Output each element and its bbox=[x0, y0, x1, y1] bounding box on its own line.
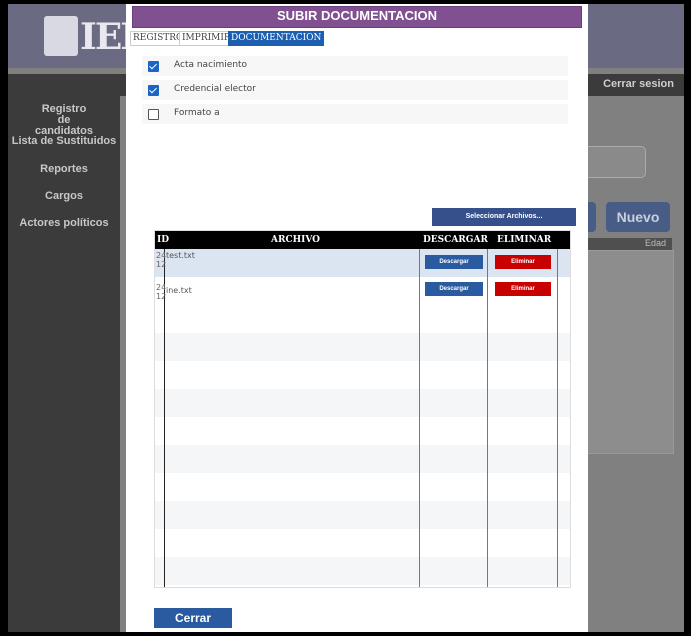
background-table bbox=[576, 250, 674, 454]
sidebar-item-registro-candidatos[interactable]: Registro de candidatos bbox=[8, 104, 120, 137]
document-label: Credencial elector bbox=[174, 84, 256, 94]
upload-modal: SUBIR DOCUMENTACION REGISTRO IMPRIMIR DO… bbox=[126, 4, 588, 632]
iee-logo: IEE bbox=[34, 14, 148, 66]
sidebar: Registro de candidatos Lista de Sustitui… bbox=[8, 96, 120, 632]
tab-documentacion[interactable]: DOCUMENTACION bbox=[228, 31, 325, 46]
column-divider bbox=[557, 249, 558, 587]
cell-id-line: 12 bbox=[156, 292, 167, 301]
column-divider bbox=[419, 249, 420, 587]
table-row bbox=[155, 361, 570, 389]
table-row bbox=[155, 529, 570, 557]
table-row bbox=[155, 305, 570, 333]
document-label: Acta nacimiento bbox=[174, 60, 248, 70]
cell-archivo: ine.txt bbox=[166, 286, 192, 295]
document-row-acta: Acta nacimiento bbox=[142, 56, 568, 76]
modal-title: SUBIR DOCUMENTACION bbox=[132, 6, 582, 28]
cell-id: 24 12 bbox=[156, 251, 166, 269]
cell-archivo: test.txt bbox=[166, 251, 195, 260]
document-row-credencial: Credencial elector bbox=[142, 80, 568, 100]
header-id: ID bbox=[157, 235, 170, 245]
cell-id-line: 24 bbox=[156, 251, 167, 260]
document-label: Formato a bbox=[174, 108, 220, 118]
logout-link[interactable]: Cerrar sesion bbox=[603, 78, 674, 90]
cell-id-line: 12 bbox=[156, 260, 167, 269]
files-table: ID ARCHIVO DESCARGAR ELIMINAR 24 12 test… bbox=[154, 230, 571, 588]
sidebar-item-lista-sustituidos[interactable]: Lista de Sustituidos bbox=[8, 136, 120, 147]
cell-id-line: 24 bbox=[156, 283, 167, 292]
download-button[interactable]: Descargar bbox=[425, 282, 483, 296]
cell-id: 24 12 bbox=[156, 283, 166, 301]
table-row bbox=[155, 445, 570, 473]
sidebar-item-cargos[interactable]: Cargos bbox=[8, 191, 120, 202]
app-frame: IEE Cerrar sesion Registro de candidatos… bbox=[8, 4, 684, 632]
tab-registro[interactable]: REGISTRO bbox=[130, 31, 187, 46]
table-row bbox=[155, 333, 570, 361]
checkbox-acta-nacimiento[interactable] bbox=[148, 61, 159, 72]
table-row bbox=[155, 389, 570, 417]
select-files-button[interactable]: Seleccionar Archivos... bbox=[432, 208, 576, 226]
background-table-header: Edad bbox=[576, 238, 672, 250]
header-eliminar: ELIMINAR bbox=[497, 235, 552, 245]
checkbox-credencial-elector[interactable] bbox=[148, 85, 159, 96]
sidebar-item-actores-politicos[interactable]: Actores políticos bbox=[8, 218, 120, 229]
header-archivo: ARCHIVO bbox=[271, 235, 321, 245]
table-row bbox=[155, 417, 570, 445]
tab-imprimir[interactable]: IMPRIMIR bbox=[179, 31, 234, 46]
edad-header: Edad bbox=[644, 238, 666, 248]
table-header: ID ARCHIVO DESCARGAR ELIMINAR bbox=[155, 231, 570, 249]
header-descargar: DESCARGAR bbox=[423, 235, 488, 245]
logo-emblem-icon bbox=[44, 16, 78, 56]
delete-button[interactable]: Eliminar bbox=[495, 282, 551, 296]
download-button[interactable]: Descargar bbox=[425, 255, 483, 269]
checkbox-formato-a[interactable] bbox=[148, 109, 159, 120]
table-row bbox=[155, 501, 570, 529]
document-row-formato: Formato a bbox=[142, 104, 568, 124]
nuevo-button[interactable]: Nuevo bbox=[606, 202, 670, 232]
sidebar-item-reportes[interactable]: Reportes bbox=[8, 164, 120, 175]
close-button[interactable]: Cerrar bbox=[154, 608, 232, 628]
table-row bbox=[155, 557, 570, 585]
column-divider bbox=[487, 249, 488, 587]
delete-button[interactable]: Eliminar bbox=[495, 255, 551, 269]
table-row bbox=[155, 473, 570, 501]
